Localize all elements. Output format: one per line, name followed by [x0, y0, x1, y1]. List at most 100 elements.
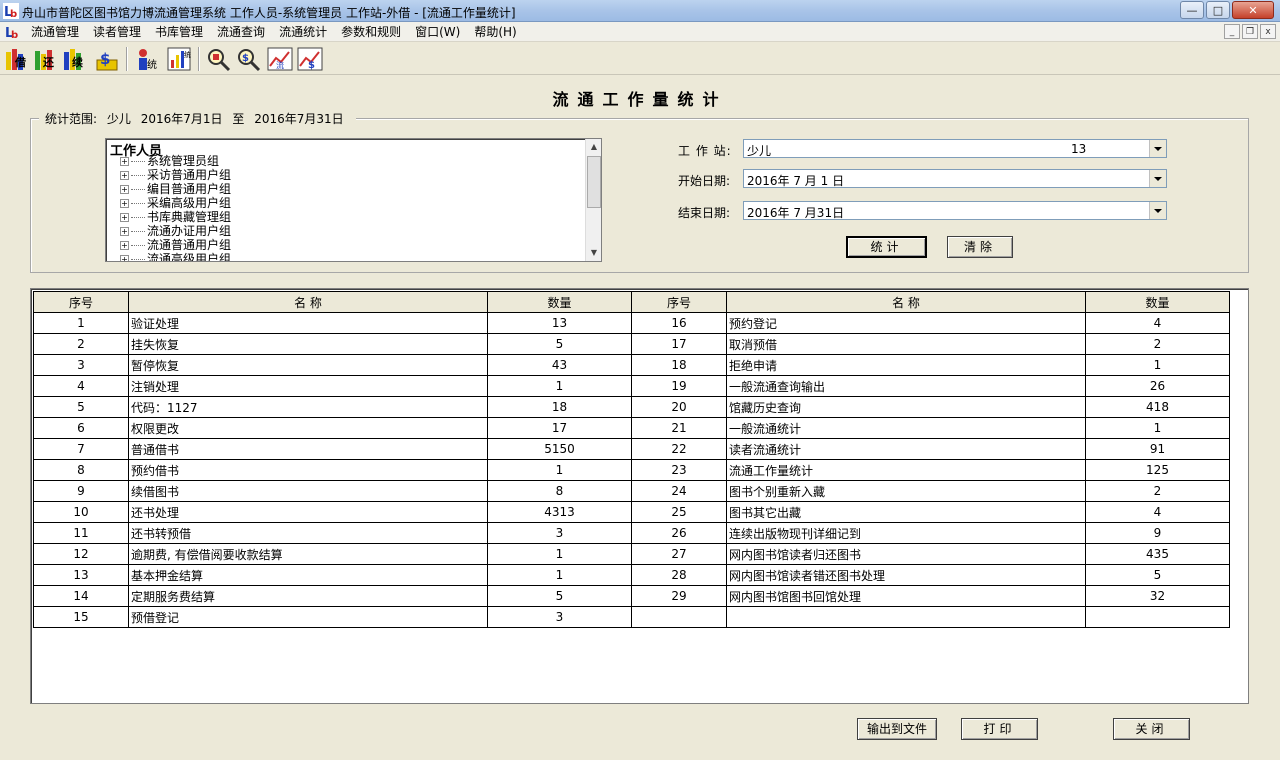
table-row[interactable]: 6 权限更改 17 21 一般流通统计 1 — [33, 417, 1230, 439]
cell-name: 验证处理 — [128, 312, 488, 334]
menu-stacks[interactable]: 书库管理 — [148, 24, 210, 40]
fee-stats-icon[interactable]: $ — [297, 46, 323, 72]
mdi-minimize-button[interactable]: _ — [1224, 24, 1240, 39]
table-row[interactable]: 14 定期服务费结算 5 29 网内图书馆图书回馆处理 32 — [33, 585, 1230, 607]
table-row[interactable]: 5 代码：1127 18 20 馆藏历史查询 418 — [33, 396, 1230, 418]
cell-name: 注销处理 — [128, 375, 488, 397]
stats-chart-icon[interactable]: 统 — [166, 46, 192, 72]
cell-name: 暂停恢复 — [128, 354, 488, 376]
fee-icon[interactable]: $ — [94, 46, 120, 72]
menu-params-rules[interactable]: 参数和规则 — [334, 24, 408, 40]
expand-icon[interactable]: + — [120, 199, 129, 208]
table-row[interactable]: 3 暂停恢复 43 18 拒绝申请 1 — [33, 354, 1230, 376]
table-row[interactable]: 9 续借图书 8 24 图书个别重新入藏 2 — [33, 480, 1230, 502]
table-row[interactable]: 10 还书处理 4313 25 图书其它出藏 4 — [33, 501, 1230, 523]
tree-node[interactable]: + 书库典藏管理组 — [120, 210, 231, 224]
cell-seq: 16 — [631, 312, 727, 334]
tree-node[interactable]: + 采访普通用户组 — [120, 168, 231, 182]
statistics-grid[interactable]: 序号 名 称 数量 序号 名 称 数量 1 验证处理 13 16 预约登记 4 2 挂失恢复 5… — [30, 288, 1249, 704]
cell-seq: 7 — [33, 438, 129, 460]
cell-qty: 4 — [1085, 501, 1230, 523]
menu-help[interactable]: 帮助(H) — [467, 24, 523, 40]
cell-name: 馆藏历史查询 — [726, 396, 1086, 418]
close-button[interactable]: 关闭 — [1113, 718, 1190, 740]
child-window-icon[interactable]: L b — [4, 24, 20, 40]
close-window-button[interactable]: ✕ — [1232, 1, 1274, 19]
table-row[interactable]: 11 还书转预借 3 26 连续出版物现刊详细记到 9 — [33, 522, 1230, 544]
cell-qty: 43 — [487, 354, 632, 376]
start-date-picker[interactable]: 2016年 7 月 1 日 — [743, 169, 1167, 188]
station-value: 少儿 — [747, 144, 772, 158]
scroll-down-icon[interactable]: ▼ — [586, 245, 601, 261]
station-select[interactable]: 少儿 13 — [743, 139, 1167, 158]
expand-icon[interactable]: + — [120, 213, 129, 222]
table-row[interactable]: 4 注销处理 1 19 一般流通查询输出 26 — [33, 375, 1230, 397]
table-row[interactable]: 13 基本押金结算 1 28 网内图书馆读者错还图书处理 5 — [33, 564, 1230, 586]
svg-text:$: $ — [242, 53, 249, 64]
tree-node[interactable]: + 采编高级用户组 — [120, 196, 231, 210]
tree-node[interactable]: + 编目普通用户组 — [120, 182, 231, 196]
range-label: 统计范围: — [45, 112, 98, 126]
expand-icon[interactable]: + — [120, 227, 129, 236]
cell-name: 逾期费, 有偿借阅要收款结算 — [128, 543, 488, 565]
toolbar-separator — [126, 47, 128, 71]
cell-name: 读者流通统计 — [726, 438, 1086, 460]
expand-icon[interactable]: + — [120, 157, 129, 166]
cell-name: 续借图书 — [128, 480, 488, 502]
search-book-icon[interactable] — [205, 46, 231, 72]
table-row[interactable]: 2 挂失恢复 5 17 取消预借 2 — [33, 333, 1230, 355]
scroll-up-icon[interactable]: ▲ — [586, 139, 601, 155]
mdi-restore-button[interactable]: ❐ — [1242, 24, 1258, 39]
cell-seq: 23 — [631, 459, 727, 481]
statistics-range-group: 统计范围: 少儿 2016年7月1日 至 2016年7月31日 工作人员 + 系统… — [30, 110, 1249, 273]
end-date-label: 结束日期: — [678, 206, 731, 220]
range-start: 2016年7月1日 — [140, 112, 223, 126]
cell-qty: 5 — [1085, 564, 1230, 586]
clear-button[interactable]: 清除 — [947, 236, 1013, 258]
mdi-close-button[interactable]: x — [1260, 24, 1276, 39]
table-row[interactable]: 1 验证处理 13 16 预约登记 4 — [33, 312, 1230, 334]
cell-seq: 13 — [33, 564, 129, 586]
expand-icon[interactable]: + — [120, 241, 129, 250]
menu-reader[interactable]: 读者管理 — [86, 24, 148, 40]
return-icon[interactable]: 还 — [33, 46, 59, 72]
cell-seq — [631, 606, 727, 628]
cell-name: 定期服务费结算 — [128, 585, 488, 607]
table-row[interactable]: 7 普通借书 5150 22 读者流通统计 91 — [33, 438, 1230, 460]
circulation-stats-icon[interactable]: 流 — [267, 46, 293, 72]
cell-name: 图书其它出藏 — [726, 501, 1086, 523]
table-row[interactable]: 8 预约借书 1 23 流通工作量统计 125 — [33, 459, 1230, 481]
tree-node[interactable]: + 系统管理员组 — [120, 154, 219, 168]
scroll-thumb[interactable] — [587, 156, 601, 208]
chevron-down-icon[interactable] — [1149, 202, 1166, 219]
maximize-button[interactable]: □ — [1206, 1, 1230, 19]
range-location: 少儿 — [106, 112, 131, 126]
menu-query[interactable]: 流通查询 — [210, 24, 272, 40]
menu-window[interactable]: 窗口(W) — [408, 24, 467, 40]
tree-node[interactable]: + 流通办证用户组 — [120, 224, 231, 238]
reader-stats-icon[interactable]: 统 — [135, 46, 161, 72]
end-date-picker[interactable]: 2016年 7 月31日 — [743, 201, 1167, 220]
menu-statistics[interactable]: 流通统计 — [272, 24, 334, 40]
chevron-down-icon[interactable] — [1149, 140, 1166, 157]
print-button[interactable]: 打印 — [961, 718, 1038, 740]
menu-circulation[interactable]: 流通管理 — [24, 24, 86, 40]
renew-icon[interactable]: 续 — [62, 46, 88, 72]
lend-icon[interactable]: 借 — [4, 46, 30, 72]
cell-seq: 14 — [33, 585, 129, 607]
staff-tree[interactable]: 工作人员 + 系统管理员组 + 采访普通用户组 + 编目普通用户组 + 采编高级用户组 … — [105, 138, 602, 262]
chevron-down-icon[interactable] — [1149, 170, 1166, 187]
tree-node[interactable]: + 流通高级用户组 — [120, 252, 231, 261]
minimize-button[interactable]: — — [1180, 1, 1204, 19]
tree-node[interactable]: + 流通普通用户组 — [120, 238, 231, 252]
tree-scrollbar[interactable]: ▲ ▼ — [585, 139, 601, 261]
stat-button[interactable]: 统计 — [846, 236, 927, 258]
export-file-button[interactable]: 输出到文件 — [857, 718, 937, 740]
table-row[interactable]: 15 预借登记 3 — [33, 606, 1230, 628]
expand-icon[interactable]: + — [120, 185, 129, 194]
expand-icon[interactable]: + — [120, 171, 129, 180]
expand-icon[interactable]: + — [120, 255, 129, 261]
table-row[interactable]: 12 逾期费, 有偿借阅要收款结算 1 27 网内图书馆读者归还图书 435 — [33, 543, 1230, 565]
search-fee-icon[interactable]: $ — [235, 46, 261, 72]
cell-seq: 21 — [631, 417, 727, 439]
